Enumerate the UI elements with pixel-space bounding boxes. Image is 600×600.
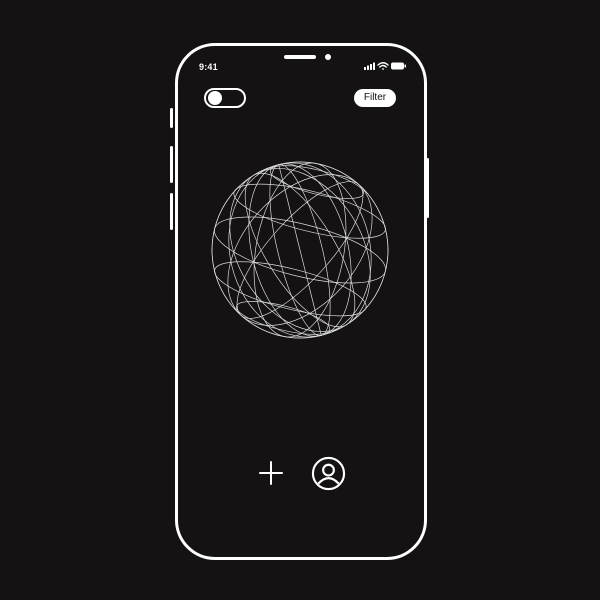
toggle-knob — [208, 91, 222, 105]
status-icons — [364, 62, 406, 70]
volume-down-button — [170, 193, 173, 230]
front-camera — [325, 54, 331, 60]
status-time: 9:41 — [199, 62, 218, 72]
mute-switch — [170, 108, 173, 128]
plus-icon — [259, 461, 283, 485]
profile-button[interactable] — [311, 456, 346, 491]
wireframe-globe-icon — [211, 161, 389, 339]
user-profile-icon — [311, 456, 346, 491]
wifi-icon — [377, 62, 389, 70]
battery-icon — [391, 62, 406, 70]
toggle-switch[interactable] — [204, 88, 246, 108]
screen: 9:41 Filter — [0, 0, 600, 600]
speaker-grille — [284, 55, 316, 59]
add-button[interactable] — [258, 460, 284, 486]
volume-up-button — [170, 146, 173, 183]
signal-icon — [364, 62, 375, 70]
filter-button[interactable]: Filter — [354, 89, 396, 107]
